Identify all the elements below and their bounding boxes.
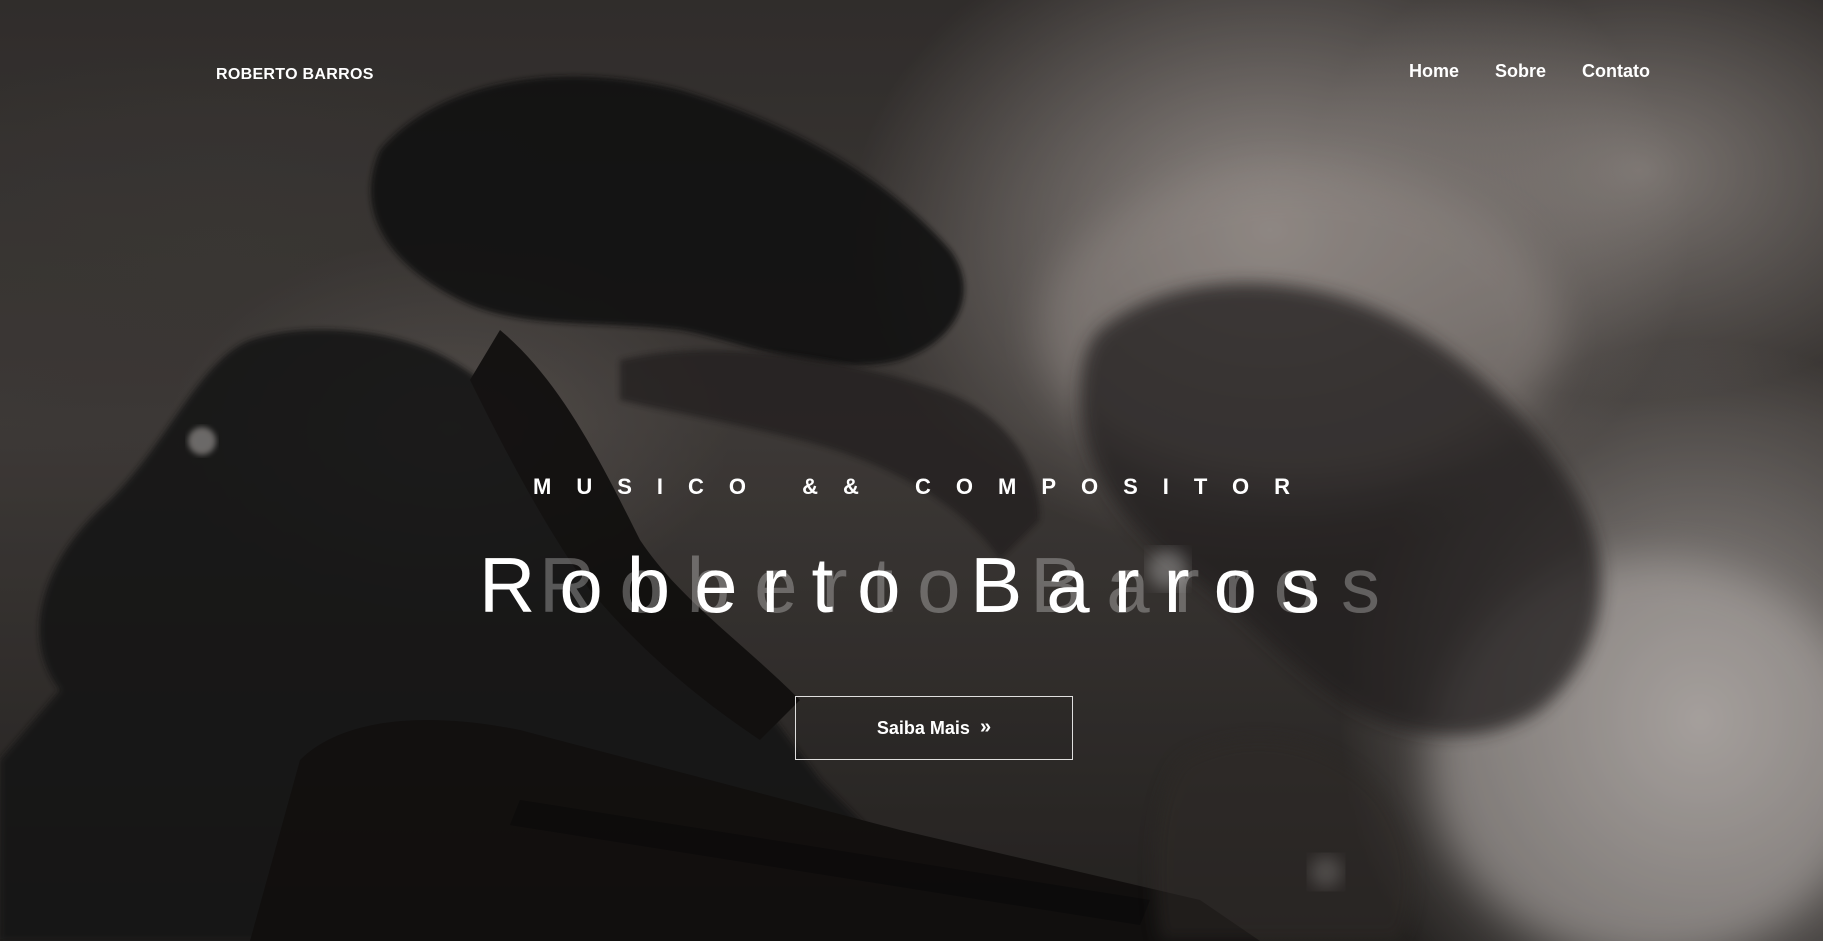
cta-label: Saiba Mais	[876, 717, 970, 738]
nav-link-home[interactable]: Home	[1409, 61, 1459, 82]
site-header: ROBERTO BARROS Home Sobre Contato	[0, 0, 1823, 130]
background-photo	[0, 0, 1823, 941]
guitarist-silhouette	[0, 76, 1260, 941]
hero-title: Roberto Barros	[479, 541, 1344, 629]
main-nav: Home Sobre Contato	[1409, 61, 1650, 82]
saiba-mais-button[interactable]: Saiba Mais »	[795, 696, 1073, 760]
hero-title-group: Roberto Barros Roberto Barros	[0, 540, 1823, 630]
nav-link-sobre[interactable]: Sobre	[1495, 61, 1546, 82]
hero-section: ROBERTO BARROS Home Sobre Contato MUSICO…	[0, 0, 1823, 941]
hero-subtitle: MUSICO && COMPOSITOR	[533, 474, 1315, 499]
double-chevron-right-icon: »	[979, 716, 992, 738]
brand-logo[interactable]: ROBERTO BARROS	[216, 66, 374, 84]
nav-link-contato[interactable]: Contato	[1582, 61, 1650, 82]
